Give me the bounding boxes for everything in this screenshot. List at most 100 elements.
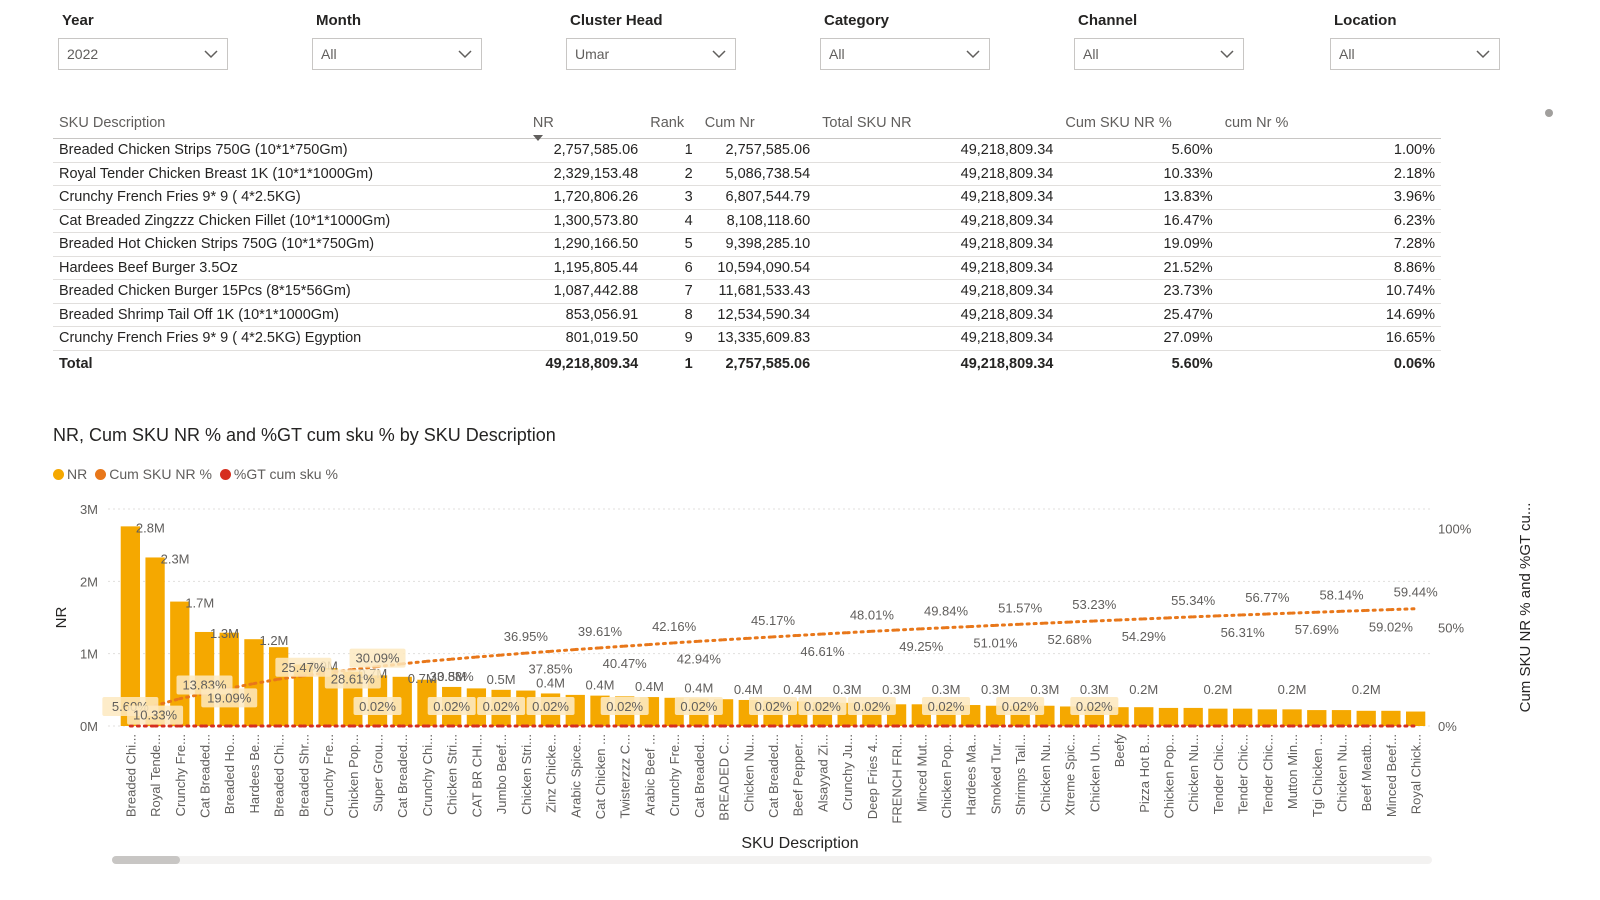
gt-cum-sku-data-label: 0.02%	[928, 699, 965, 714]
nr-bar	[1183, 707, 1203, 726]
cum-sku-nr-line-segment	[1166, 615, 1195, 620]
table-cell: 23.73%	[1059, 279, 1219, 304]
x-tick-label: Cat Breaded...	[766, 734, 781, 818]
x-tick-label: Jumbo Beef...	[494, 734, 509, 814]
table-cell: 25.47%	[1059, 303, 1219, 327]
cum-sku-nr-data-label: 36.95%	[504, 629, 549, 644]
table-cell: 1.00%	[1218, 138, 1441, 163]
x-tick-label: Chicken Stri...	[445, 734, 460, 815]
slicer-year-dropdown[interactable]: 2022	[58, 38, 228, 70]
x-tick-label: Cat Breaded...	[198, 734, 213, 818]
legend-dot-cum-sku-nr	[95, 468, 107, 480]
x-tick-label: Chicken Un...	[1087, 734, 1102, 812]
slicer-month-label: Month	[316, 12, 361, 29]
legend-item-gt-cum-sku[interactable]: %GT cum sku %	[219, 466, 338, 482]
table-total-row[interactable]: Total 49,218,809.34 1 2,757,585.06 49,218,80…	[53, 349, 1441, 377]
legend-item-nr[interactable]: NR	[53, 466, 87, 482]
table-cell: 7	[644, 279, 699, 304]
table-row[interactable]: Crunchy French Fries 9* 9 ( 4*2.5KG) Egy…	[53, 326, 1441, 351]
table-cell: 5,086,738.54	[698, 162, 817, 186]
nr-data-label: 0.3M	[1030, 682, 1059, 697]
gt-cum-sku-data-label: 0.02%	[853, 699, 890, 714]
table-row[interactable]: Crunchy French Fries 9* 9 ( 4*2.5KG) 1,72…	[53, 185, 1441, 210]
cum-sku-nr-line-segment	[919, 626, 948, 631]
chart-scrollbar-track[interactable]	[112, 856, 1432, 864]
x-tick-label: BREADED C...	[717, 734, 732, 821]
cum-sku-nr-data-label: 10.33%	[133, 708, 178, 723]
x-tick-label: Minced Beef...	[1384, 734, 1399, 817]
x-tick-label: Crunchy Fre...	[173, 734, 188, 816]
table-row[interactable]: Royal Tender Chicken Breast 1K (10*1*100…	[53, 162, 1441, 186]
x-tick-label: Crunchy Ju...	[840, 734, 855, 811]
cum-sku-nr-line-segment	[1068, 619, 1096, 624]
col-header-total-sku-nr[interactable]: Total SKU NR	[816, 108, 1060, 139]
table-header-row: SKU Description NR Rank Cum Nr Total SKU…	[53, 108, 1441, 141]
chevron-down-icon	[966, 50, 980, 59]
x-tick-label: Deep Fries 4...	[865, 734, 880, 819]
table-cell: Royal Tender Chicken Breast 1K (10*1*100…	[53, 162, 527, 186]
combo-chart: 0M 1M 2M 3M 0% 50% 100% NR Cum SKU NR % and %GT …	[53, 502, 1534, 852]
col-header-sku-description[interactable]: SKU Description	[53, 108, 527, 139]
table-row[interactable]: Breaded Shrimp Tail Off 1K (10*1*1000Gm)…	[53, 303, 1441, 327]
col-header-nr[interactable]: NR	[526, 108, 645, 141]
slicer-month-dropdown[interactable]: All	[312, 38, 482, 70]
cum-sku-nr-line-segment	[993, 622, 1022, 627]
legend-label-gt-cum-sku: %GT cum sku %	[233, 466, 338, 482]
slicer-channel-dropdown[interactable]: All	[1074, 38, 1244, 70]
slicer-location-dropdown[interactable]: All	[1330, 38, 1500, 70]
legend-item-cum-sku-nr[interactable]: Cum SKU NR %	[95, 466, 212, 482]
nr-data-label: 2.8M	[136, 520, 165, 535]
cum-sku-nr-line-segment	[944, 625, 973, 630]
table-cell: 2,329,153.48	[526, 162, 645, 186]
table-cell: 49,218,809.34	[816, 209, 1060, 233]
table-cell: 7.28%	[1218, 232, 1441, 257]
table-cell: 0.06%	[1218, 349, 1441, 377]
cum-sku-nr-line-segment	[870, 628, 899, 633]
cum-sku-nr-line-segment	[969, 623, 997, 629]
table-row[interactable]: Breaded Hot Chicken Strips 750G (10*1*75…	[53, 232, 1441, 257]
table-cell: 8	[644, 303, 699, 327]
cum-sku-nr-data-label: 52.68%	[1048, 632, 1093, 647]
x-tick-label: Mutton Min...	[1285, 734, 1300, 809]
table-cell: 49,218,809.34	[816, 232, 1060, 257]
cum-sku-nr-data-label: 39.61%	[578, 624, 623, 639]
nr-bar	[1406, 711, 1426, 726]
legend-dot-gt-cum-sku	[219, 468, 231, 480]
nr-data-label: 0.4M	[536, 675, 565, 690]
x-tick-label: Cat Breaded...	[395, 734, 410, 818]
table-cell: 2.18%	[1218, 162, 1441, 186]
table-cell: 49,218,809.34	[816, 162, 1060, 186]
col-header-nr-label: NR	[532, 115, 554, 131]
col-header-rank[interactable]: Rank	[644, 108, 699, 139]
x-tick-label: Tender Chic...	[1260, 734, 1275, 814]
cum-sku-nr-data-label: 30.09%	[355, 651, 400, 666]
table-row[interactable]: Hardees Beef Burger 3.5Oz 1,195,805.44 6 10…	[53, 256, 1441, 280]
nr-data-label: 0.3M	[882, 682, 911, 697]
cum-sku-nr-line-segment	[796, 632, 824, 637]
table-cell: 21.52%	[1059, 256, 1219, 280]
table-cell: 13,335,609.83	[698, 326, 817, 351]
table-cell: Breaded Hot Chicken Strips 750G (10*1*75…	[53, 232, 527, 257]
slicer-cluster-head-dropdown[interactable]: Umar	[566, 38, 736, 70]
slicer-year-label: Year	[62, 12, 94, 29]
chart-scrollbar-thumb[interactable]	[112, 856, 180, 864]
table-row[interactable]: Breaded Chicken Strips 750G (10*1*750Gm)…	[53, 138, 1441, 163]
col-header-cum-nr[interactable]: Cum Nr	[698, 108, 817, 139]
chevron-down-icon	[712, 50, 726, 59]
cum-sku-nr-line-segment	[1339, 608, 1368, 613]
y-tick-label: 2M	[80, 574, 98, 589]
table-cell: 1	[644, 138, 699, 163]
col-header-cum-nr-pct[interactable]: cum Nr %	[1218, 108, 1441, 139]
table-row[interactable]: Cat Breaded Zingzzz Chicken Fillet (10*1…	[53, 209, 1441, 233]
y2-axis-title: Cum SKU NR % and %GT cu...	[1517, 503, 1534, 713]
x-tick-label: Arabic Beef ...	[642, 734, 657, 816]
x-tick-label: Arabic Spice...	[568, 734, 583, 818]
scroll-indicator[interactable]	[1545, 109, 1553, 117]
y-axis-title: NR	[53, 607, 70, 629]
y-tick-label: 1M	[80, 647, 98, 662]
slicer-category-dropdown[interactable]: All	[820, 38, 990, 70]
col-header-cum-sku-nr-pct[interactable]: Cum SKU NR %	[1059, 108, 1219, 139]
chart-title: NR, Cum SKU NR % and %GT cum sku % by SK…	[53, 425, 556, 445]
cum-sku-nr-data-label: 54.29%	[1122, 629, 1167, 644]
table-row[interactable]: Breaded Chicken Burger 15Pcs (8*15*56Gm)…	[53, 279, 1441, 304]
